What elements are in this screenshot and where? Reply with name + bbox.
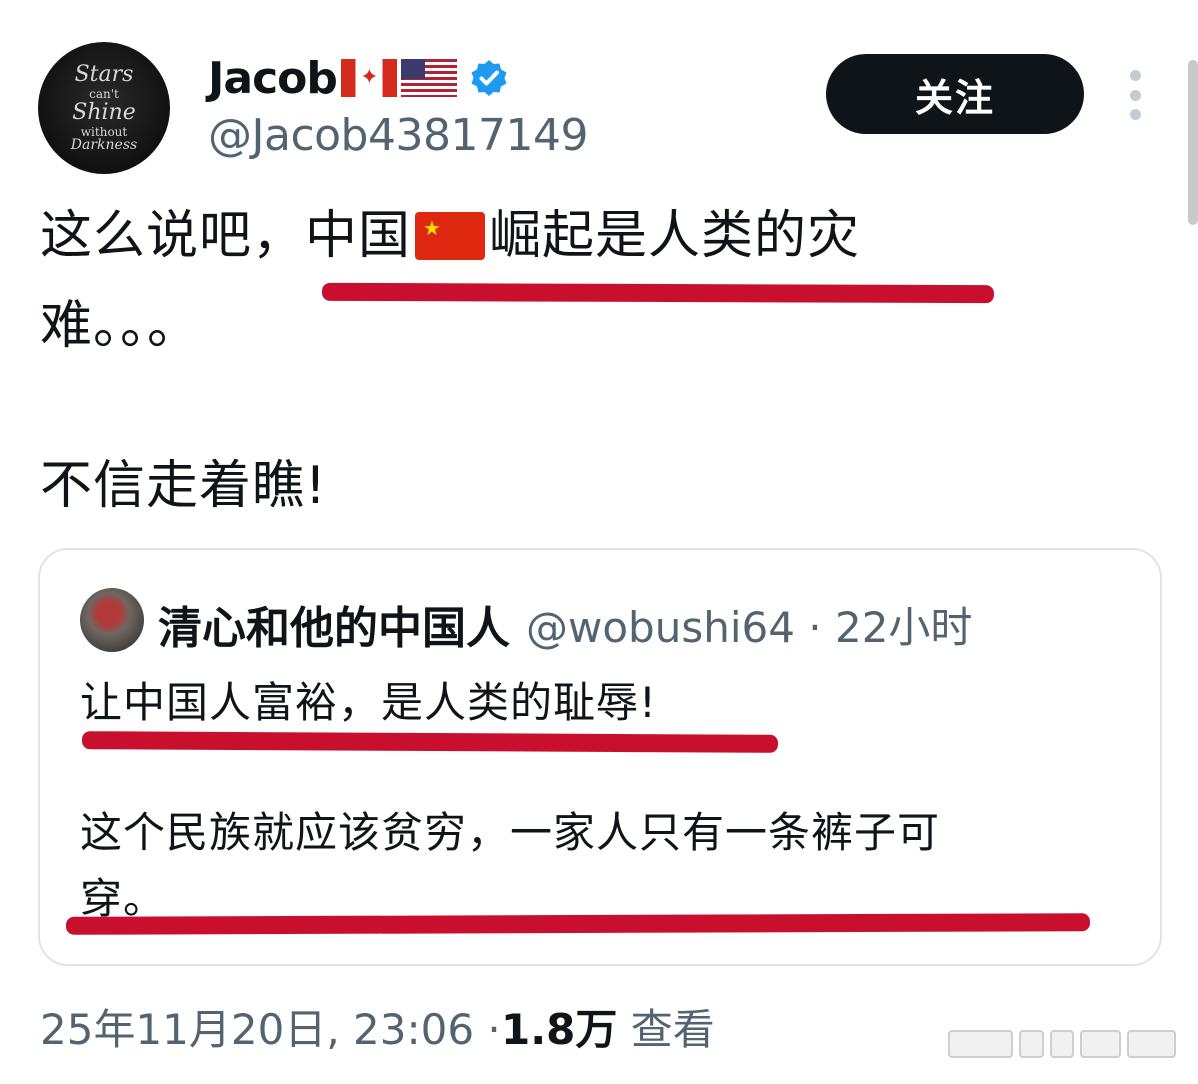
quoted-author-name[interactable]: 清心和他的中国人 [158, 592, 510, 656]
quoted-text-line-1: 让中国人富裕，是人类的耻辱! [80, 678, 657, 727]
verified-badge-icon [469, 58, 509, 98]
china-flag-icon: ★ [415, 212, 486, 260]
scrollbar[interactable] [1188, 60, 1198, 225]
author-avatar[interactable]: Stars can't Shine without Darkness [38, 42, 170, 174]
avatar-text-3: Shine [72, 100, 136, 125]
avatar-text-5: Darkness [70, 137, 138, 153]
tweet-text-line-1: 这么说吧， 中国 ★ 崛起是人类的灾 [40, 210, 860, 262]
canada-flag-icon: ✦ [340, 59, 397, 97]
follow-button[interactable]: 关注 [826, 54, 1084, 134]
tweet-timestamp[interactable]: 25年11月20日, 23:06 · [40, 996, 501, 1057]
quoted-author-avatar[interactable] [80, 588, 144, 652]
tweet-text-segment: 中国 [305, 206, 412, 266]
usa-flag-icon [400, 59, 457, 97]
views-label: 查看 [617, 1005, 715, 1054]
display-name-text: Jacob [208, 52, 338, 104]
quoted-author-meta: @wobushi64 · 22小时 [526, 603, 973, 652]
quoted-text-line-3: 穿。 [80, 874, 167, 923]
red-underline-annotation [321, 282, 995, 304]
author-handle[interactable]: @Jacob43817149 [208, 110, 588, 161]
tweet-text-line-3: 不信走着瞧! [40, 456, 327, 516]
tweet-text-line-2: 难。。。 [40, 296, 201, 356]
author-display-name[interactable]: Jacob ✦ [208, 50, 509, 106]
watermark-icon [948, 1030, 1176, 1058]
avatar-text-1: Stars [74, 62, 134, 87]
views-count: 1.8万 [501, 1005, 618, 1054]
quoted-text-line-2: 这个民族就应该贫穷，一家人只有一条裤子可 [80, 808, 941, 857]
tweet-text-segment: 崛起是人类的灾 [489, 206, 861, 266]
avatar-text-2: can't [89, 87, 119, 101]
tweet-views[interactable]: 1.8万 查看 [501, 996, 715, 1057]
red-underline-annotation [81, 731, 779, 753]
more-options-icon[interactable] [1124, 70, 1146, 120]
tweet-text-segment: 这么说吧， [40, 206, 306, 266]
red-underline-annotation [65, 913, 1091, 935]
